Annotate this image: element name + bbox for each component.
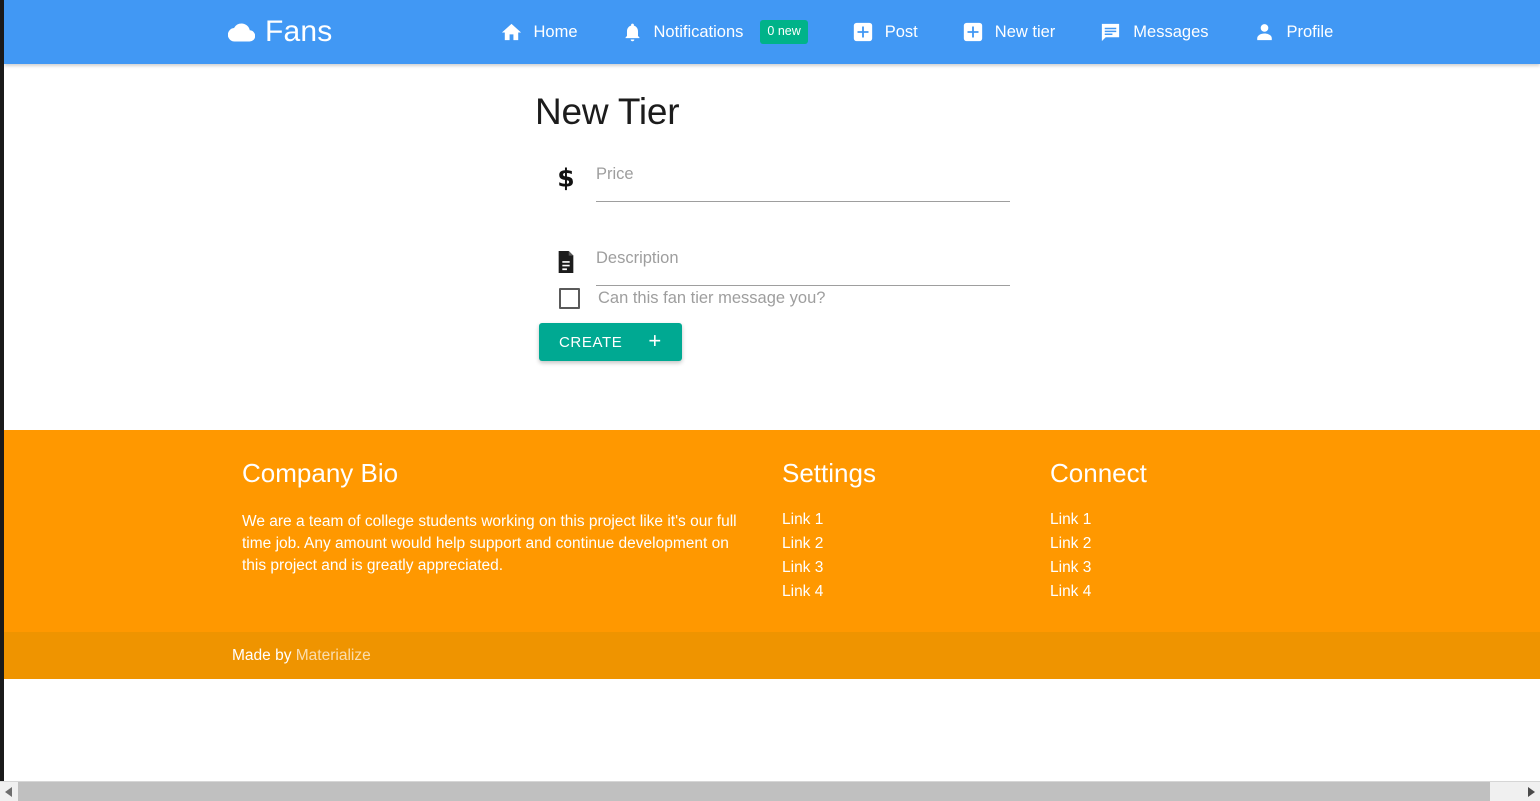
- brand-label: Fans: [265, 15, 333, 48]
- nav-item-home-label: Home: [533, 22, 578, 41]
- price-input[interactable]: [596, 154, 1010, 202]
- bell-icon: [622, 21, 643, 44]
- footer-connect-link-1[interactable]: Link 1: [1050, 511, 1091, 528]
- page-left-border: [0, 0, 4, 781]
- nav-item-new-tier[interactable]: New tier: [940, 0, 1078, 64]
- dollar-icon: $: [553, 166, 579, 191]
- page-blank-area: [4, 679, 1540, 781]
- nav-item-post-label: Post: [884, 22, 918, 41]
- list-item: Link 2: [782, 535, 1022, 553]
- nav-item-profile[interactable]: Profile: [1231, 0, 1356, 64]
- footer-column-company-bio: Company Bio We are a team of college stu…: [242, 458, 754, 577]
- footer-columns: Company Bio We are a team of college stu…: [4, 430, 1540, 632]
- list-item: Link 4: [782, 583, 1022, 601]
- nav-item-messages-label: Messages: [1133, 22, 1209, 41]
- page-content: Fans Home Notifications 0 new Post New t…: [4, 0, 1540, 781]
- description-icon: [553, 250, 579, 274]
- nav-item-notifications[interactable]: Notifications 0 new: [600, 0, 830, 64]
- footer-settings-link-1[interactable]: Link 1: [782, 511, 823, 528]
- scrollbar-thumb[interactable]: [18, 782, 1490, 801]
- chat-icon: [1099, 21, 1122, 44]
- list-item: Link 4: [1050, 583, 1290, 601]
- page-title: New Tier: [535, 91, 680, 132]
- list-item: Link 1: [1050, 511, 1290, 529]
- home-icon: [500, 21, 523, 44]
- cloud-icon: [228, 19, 255, 46]
- footer-connect-links: Link 1 Link 2 Link 3 Link 4: [1050, 511, 1290, 601]
- list-item: Link 1: [782, 511, 1022, 529]
- message-permission-checkbox-row[interactable]: Can this fan tier message you?: [559, 288, 825, 309]
- triangle-right-icon[interactable]: [1522, 782, 1540, 801]
- horizontal-scrollbar[interactable]: [0, 781, 1540, 801]
- materialize-link[interactable]: Materialize: [296, 647, 371, 664]
- footer-bio-title: Company Bio: [242, 458, 399, 488]
- list-item: Link 2: [1050, 535, 1290, 553]
- made-by-label: Made by: [232, 646, 296, 664]
- nav-item-messages[interactable]: Messages: [1077, 0, 1230, 64]
- brand-logo[interactable]: Fans: [228, 17, 333, 47]
- footer-settings-link-2[interactable]: Link 2: [782, 535, 823, 552]
- footer-column-settings: Settings Link 1 Link 2 Link 3 Link 4: [782, 458, 1022, 607]
- create-button-label: CREATE: [559, 333, 623, 351]
- footer-copyright-bar: Made by Materialize: [4, 632, 1540, 679]
- nav-item-post[interactable]: Post: [830, 0, 940, 64]
- list-item: Link 3: [782, 559, 1022, 577]
- scrollbar-track[interactable]: [18, 782, 1522, 801]
- create-button[interactable]: CREATE +: [539, 323, 682, 361]
- new-tier-form: $ Can this fan: [535, 154, 1015, 361]
- footer-bio-text: We are a team of college students workin…: [242, 512, 737, 574]
- footer-connect-link-2[interactable]: Link 2: [1050, 535, 1091, 552]
- message-permission-checkbox[interactable]: [559, 288, 580, 309]
- price-field-row: $: [535, 154, 1015, 202]
- footer-column-connect: Connect Link 1 Link 2 Link 3 Link 4: [1050, 458, 1290, 607]
- plus-box-icon: [852, 21, 874, 43]
- list-item: Link 3: [1050, 559, 1290, 577]
- footer-connect-link-3[interactable]: Link 3: [1050, 559, 1091, 576]
- nav-item-profile-label: Profile: [1286, 22, 1334, 41]
- dollar-glyph: $: [557, 163, 575, 193]
- triangle-left-icon[interactable]: [0, 782, 18, 801]
- footer-settings-link-3[interactable]: Link 3: [782, 559, 823, 576]
- description-field-row: [535, 238, 1015, 286]
- footer-copyright-text: Made by Materialize: [232, 647, 371, 665]
- nav-item-notifications-label: Notifications: [653, 22, 744, 41]
- site-footer: Company Bio We are a team of college stu…: [4, 430, 1540, 632]
- plus-box-icon: [962, 21, 984, 43]
- main-content: New Tier $ Price Description Can this fa…: [4, 64, 1540, 430]
- footer-settings-title: Settings: [782, 458, 876, 488]
- footer-settings-links: Link 1 Link 2 Link 3 Link 4: [782, 511, 1022, 601]
- description-input[interactable]: [596, 238, 1010, 286]
- browser-viewport: Fans Home Notifications 0 new Post New t…: [0, 0, 1540, 801]
- message-permission-label: Can this fan tier message you?: [598, 289, 826, 307]
- person-icon: [1253, 21, 1276, 44]
- footer-connect-title: Connect: [1050, 458, 1147, 488]
- nav-item-home[interactable]: Home: [478, 0, 600, 64]
- top-navbar: Fans Home Notifications 0 new Post New t…: [4, 0, 1540, 64]
- nav-item-new-tier-label: New tier: [994, 22, 1056, 41]
- notifications-badge: 0 new: [760, 20, 808, 44]
- navbar-links: Home Notifications 0 new Post New tier M…: [478, 0, 1356, 64]
- plus-icon: +: [648, 328, 662, 353]
- footer-settings-link-4[interactable]: Link 4: [782, 583, 823, 600]
- footer-connect-link-4[interactable]: Link 4: [1050, 583, 1091, 600]
